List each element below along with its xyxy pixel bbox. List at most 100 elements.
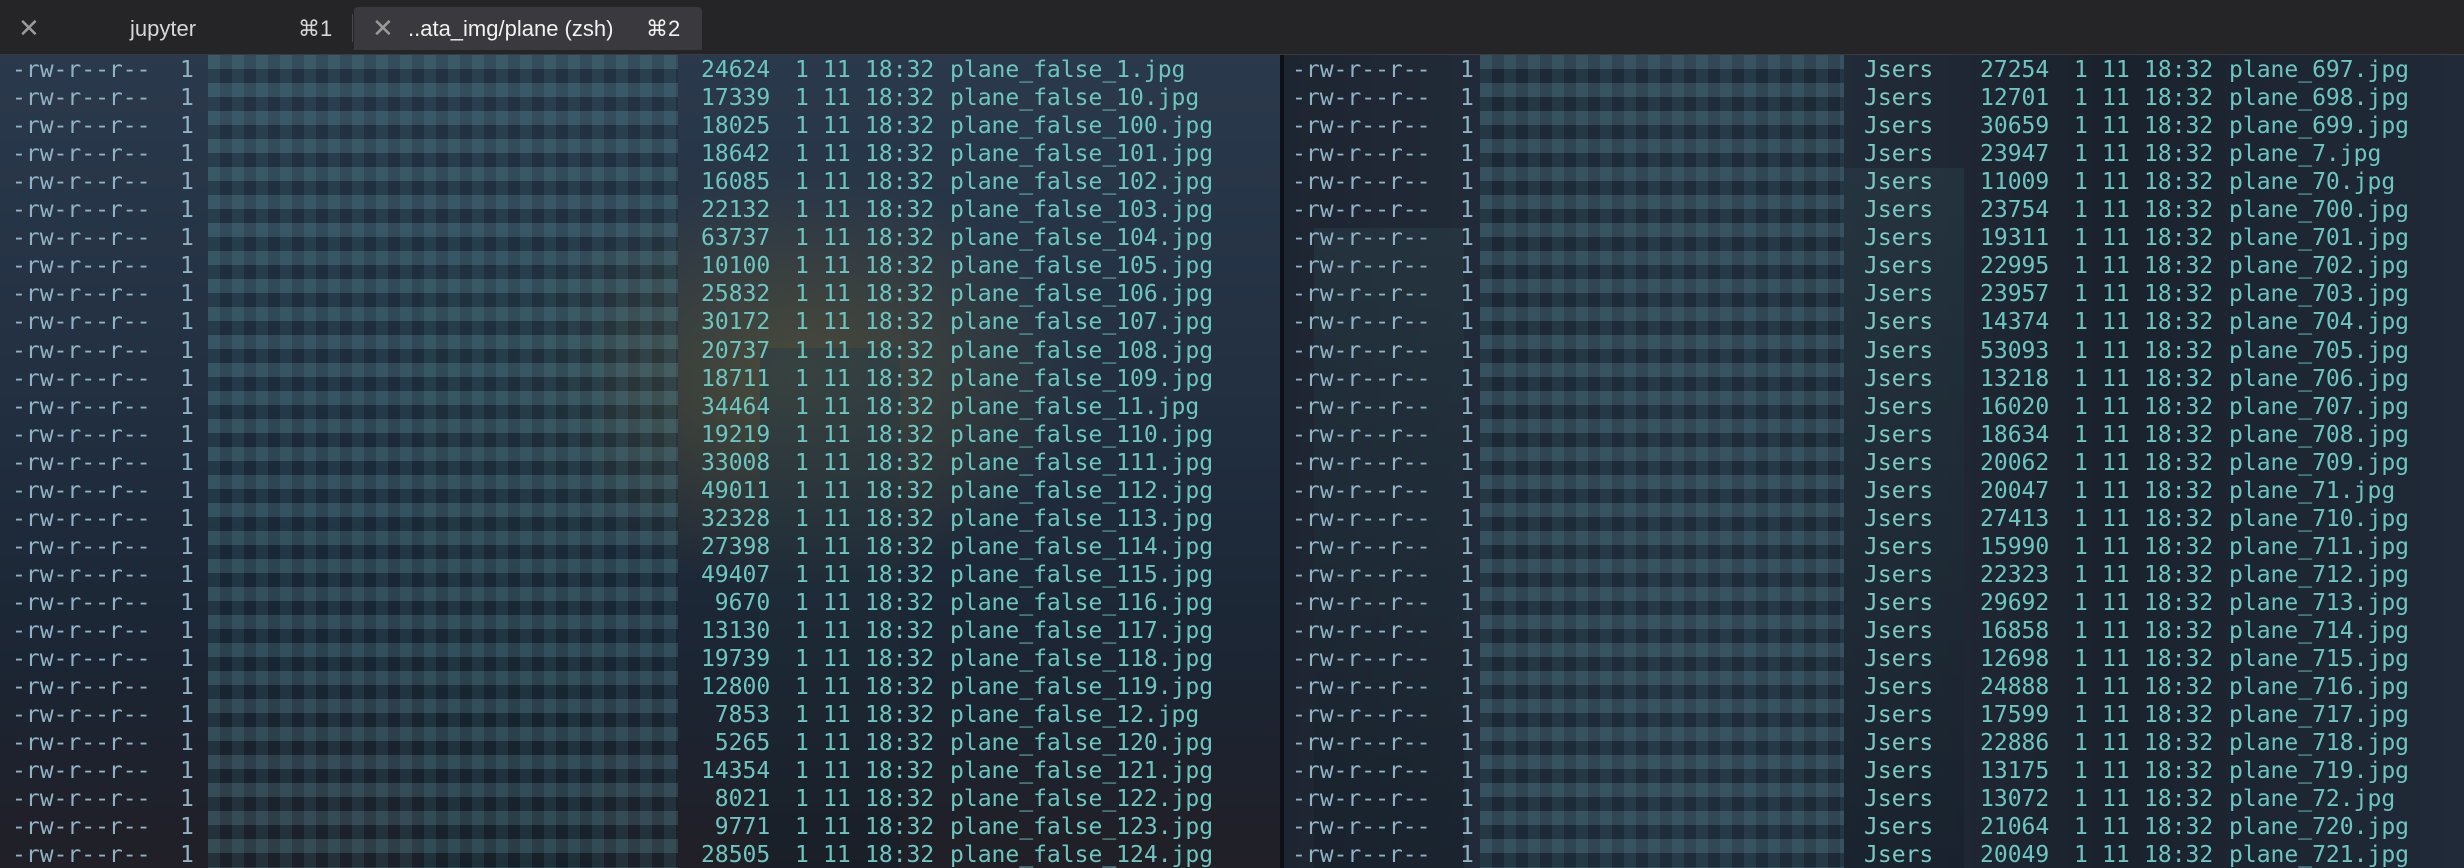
modified-month: 1 — [2074, 618, 2088, 644]
modified-month: 1 — [795, 786, 809, 813]
permissions: -rw-r--r-- — [1292, 309, 1431, 336]
file-list-row: -rw-r--r-- 1 Jsers 53093 1 11 18:32 plane_705.j… — [1284, 337, 2464, 365]
file-size: 20737 — [701, 337, 771, 364]
file-name: plane_708.jpg — [2229, 421, 2410, 448]
modified-day: 11 — [2102, 85, 2130, 112]
file-list-row: -rw-r--r-- 1 7853 1 11 18:32 plane_false_12.jp… — [0, 701, 1280, 729]
tab-zsh-active[interactable]: ✕ ..ata_img/plane (zsh) ⌘2 — [354, 7, 702, 50]
link-count: 1 — [1460, 253, 1474, 280]
link-count: 1 — [1460, 618, 1474, 644]
tab-jupyter[interactable]: ✕ jupyter ⌘1 — [0, 7, 350, 50]
owner-group: Jsers — [1864, 786, 1934, 813]
modified-day: 11 — [823, 421, 851, 448]
link-count: 1 — [1460, 646, 1474, 673]
file-size: 18025 — [701, 113, 771, 140]
file-size: 12698 — [1980, 646, 2050, 673]
link-count: 1 — [180, 618, 194, 644]
close-icon[interactable]: ✕ — [18, 7, 40, 50]
owner-group: Jsers — [1864, 449, 1934, 476]
file-name: plane_717.jpg — [2229, 702, 2410, 729]
link-count: 1 — [1460, 85, 1474, 112]
file-name: plane_701.jpg — [2229, 225, 2410, 252]
file-name: plane_706.jpg — [2229, 365, 2410, 392]
modified-day: 11 — [823, 646, 851, 673]
file-name: plane_718.jpg — [2229, 730, 2410, 757]
modified-month: 1 — [795, 505, 809, 532]
permissions: -rw-r--r-- — [1292, 85, 1431, 112]
file-size: 29692 — [1980, 589, 2050, 616]
file-name: plane_716.jpg — [2229, 674, 2410, 701]
file-list-row: -rw-r--r-- 1 Jsers 13175 1 11 18:32 plane_719.j… — [1284, 757, 2464, 785]
modified-time: 18:32 — [2144, 309, 2214, 336]
modified-time: 18:32 — [2144, 141, 2214, 168]
file-size: 16020 — [1980, 393, 2050, 420]
terminal-pane-right[interactable]: -rw-r--r-- 1 Jsers 27254 1 11 18:32 plane_697.j… — [1284, 55, 2464, 868]
modified-time: 18:32 — [865, 113, 935, 140]
file-list-row: -rw-r--r-- 1 Jsers 24888 1 11 18:32 plane_716.j… — [1284, 673, 2464, 701]
permissions: -rw-r--r-- — [12, 197, 151, 224]
file-name: plane_false_107.jpg — [950, 309, 1214, 336]
modified-day: 11 — [823, 730, 851, 757]
permissions: -rw-r--r-- — [1292, 225, 1431, 252]
file-size: 9771 — [714, 814, 771, 841]
file-name: plane_71.jpg — [2229, 477, 2396, 504]
file-name: plane_false_12.jpg — [950, 702, 1200, 729]
modified-time: 18:32 — [2144, 337, 2214, 364]
terminal-pane-left[interactable]: -rw-r--r-- 1 24624 1 11 18:32 plane_false_1.jp… — [0, 55, 1280, 868]
file-size: 22323 — [1980, 561, 2050, 588]
modified-month: 1 — [795, 309, 809, 336]
permissions: -rw-r--r-- — [1292, 618, 1431, 644]
link-count: 1 — [180, 197, 194, 224]
modified-day: 11 — [2102, 421, 2130, 448]
link-count: 1 — [180, 646, 194, 673]
file-size: 32328 — [701, 505, 771, 532]
link-count: 1 — [1460, 113, 1474, 140]
owner-group: Jsers — [1864, 197, 1934, 224]
modified-month: 1 — [795, 393, 809, 420]
modified-month: 1 — [2074, 169, 2088, 196]
permissions: -rw-r--r-- — [12, 842, 151, 868]
file-name: plane_699.jpg — [2229, 113, 2410, 140]
file-list-row: -rw-r--r-- 1 34464 1 11 18:32 plane_false_11.j… — [0, 393, 1280, 421]
permissions: -rw-r--r-- — [12, 618, 151, 644]
modified-day: 11 — [2102, 786, 2130, 813]
file-size: 27413 — [1980, 505, 2050, 532]
modified-month: 1 — [795, 589, 809, 616]
file-size: 13072 — [1980, 786, 2050, 813]
file-name: plane_false_110.jpg — [950, 421, 1214, 448]
modified-month: 1 — [795, 646, 809, 673]
file-name: plane_702.jpg — [2229, 253, 2410, 280]
owner-group: Jsers — [1864, 730, 1934, 757]
file-size: 5265 — [714, 730, 771, 757]
modified-month: 1 — [2074, 141, 2088, 168]
modified-time: 18:32 — [865, 758, 935, 785]
owner-group: Jsers — [1864, 337, 1934, 364]
close-icon[interactable]: ✕ — [372, 7, 394, 50]
file-size: 22886 — [1980, 730, 2050, 757]
permissions: -rw-r--r-- — [12, 309, 151, 336]
link-count: 1 — [180, 337, 194, 364]
permissions: -rw-r--r-- — [12, 786, 151, 813]
modified-time: 18:32 — [2144, 533, 2214, 560]
modified-time: 18:32 — [865, 337, 935, 364]
modified-month: 1 — [795, 533, 809, 560]
modified-month: 1 — [795, 814, 809, 841]
file-list-row: -rw-r--r-- 1 27398 1 11 18:32 plane_false_114.… — [0, 533, 1280, 561]
modified-month: 1 — [2074, 477, 2088, 504]
link-count: 1 — [180, 505, 194, 532]
file-name: plane_710.jpg — [2229, 505, 2410, 532]
modified-day: 11 — [823, 758, 851, 785]
modified-time: 18:32 — [2144, 225, 2214, 252]
owner-group: Jsers — [1864, 253, 1934, 280]
modified-time: 18:32 — [2144, 421, 2214, 448]
modified-day: 11 — [823, 674, 851, 701]
modified-time: 18:32 — [2144, 57, 2214, 83]
file-size: 23957 — [1980, 281, 2050, 308]
permissions: -rw-r--r-- — [12, 533, 151, 560]
tab-shortcut: ⌘2 — [646, 15, 681, 41]
modified-time: 18:32 — [865, 702, 935, 729]
file-size: 53093 — [1980, 337, 2050, 364]
modified-day: 11 — [823, 113, 851, 140]
owner-group: Jsers — [1864, 842, 1934, 868]
link-count: 1 — [1460, 393, 1474, 420]
